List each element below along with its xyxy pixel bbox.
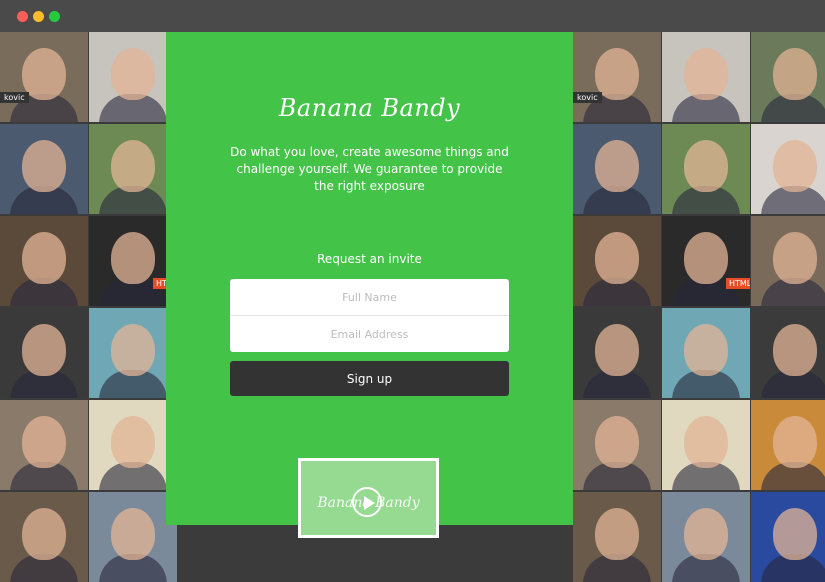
profile-photo-tile	[0, 308, 88, 398]
profile-photo-tile	[89, 308, 177, 398]
profile-photo-tile	[662, 32, 750, 122]
video-thumbnail[interactable]: Banana Bandy	[298, 458, 439, 538]
person-head	[22, 324, 66, 376]
profile-photo-tile	[89, 400, 177, 490]
signup-button[interactable]: Sign up	[230, 361, 509, 396]
person-head	[773, 416, 817, 468]
minimize-window-button[interactable]	[33, 11, 44, 22]
profile-photo-tile	[751, 216, 825, 306]
profile-photo-tile	[751, 308, 825, 398]
person-head	[684, 140, 728, 192]
person-head	[111, 232, 155, 284]
person-head	[111, 324, 155, 376]
email-input[interactable]	[230, 316, 509, 352]
person-head	[595, 508, 639, 560]
profile-photo-tile	[751, 124, 825, 214]
profile-photo-tile	[0, 400, 88, 490]
html5-badge: HTML5	[726, 278, 750, 289]
person-head	[22, 508, 66, 560]
person-head	[111, 140, 155, 192]
profile-photo-tile	[573, 124, 661, 214]
person-head	[22, 416, 66, 468]
profile-photo-tile	[751, 400, 825, 490]
profile-photo-tile	[573, 308, 661, 398]
full-name-input[interactable]	[230, 279, 509, 315]
person-head	[773, 48, 817, 100]
profile-photo-tile	[751, 32, 825, 122]
person-head	[595, 140, 639, 192]
profile-photo-tile	[662, 400, 750, 490]
person-head	[684, 48, 728, 100]
name-tag: kovic	[0, 92, 29, 103]
invite-form	[230, 279, 509, 352]
play-icon[interactable]	[352, 487, 382, 517]
person-head	[595, 416, 639, 468]
hero-tagline: Do what you love, create awesome things …	[230, 145, 509, 193]
profile-photo-tile	[89, 32, 177, 122]
profile-photo-tile: kovic	[0, 32, 88, 122]
person-head	[22, 232, 66, 284]
profile-photo-tile	[0, 216, 88, 306]
profile-photo-tile	[662, 124, 750, 214]
profile-photo-tile	[89, 492, 177, 582]
person-head	[773, 508, 817, 560]
profile-photo-tile	[751, 492, 825, 582]
profile-photo-tile	[573, 216, 661, 306]
person-head	[111, 416, 155, 468]
person-head	[111, 508, 155, 560]
person-head	[773, 324, 817, 376]
person-head	[111, 48, 155, 100]
brand-logo: Banana Bandy	[278, 94, 461, 122]
profile-photo-tile	[573, 400, 661, 490]
person-head	[595, 324, 639, 376]
person-head	[684, 416, 728, 468]
person-head	[684, 508, 728, 560]
profile-photo-tile	[89, 124, 177, 214]
close-window-button[interactable]	[17, 11, 28, 22]
profile-photo-tile	[573, 492, 661, 582]
name-tag: kovic	[573, 92, 602, 103]
invite-heading: Request an invite	[317, 252, 422, 266]
profile-photo-tile: HTML5	[662, 216, 750, 306]
signup-panel: Banana Bandy Do what you love, create aw…	[166, 32, 573, 538]
profile-photo-tile	[662, 492, 750, 582]
person-head	[773, 232, 817, 284]
person-head	[773, 140, 817, 192]
person-head	[684, 324, 728, 376]
profile-photo-tile	[0, 124, 88, 214]
person-head	[22, 140, 66, 192]
profile-photo-tile	[662, 308, 750, 398]
zoom-window-button[interactable]	[49, 11, 60, 22]
profile-photo-tile: HTML5	[89, 216, 177, 306]
person-head	[684, 232, 728, 284]
profile-photo-tile: kovic	[573, 32, 661, 122]
window-titlebar	[0, 0, 825, 32]
profile-photo-tile	[0, 492, 88, 582]
person-head	[595, 232, 639, 284]
